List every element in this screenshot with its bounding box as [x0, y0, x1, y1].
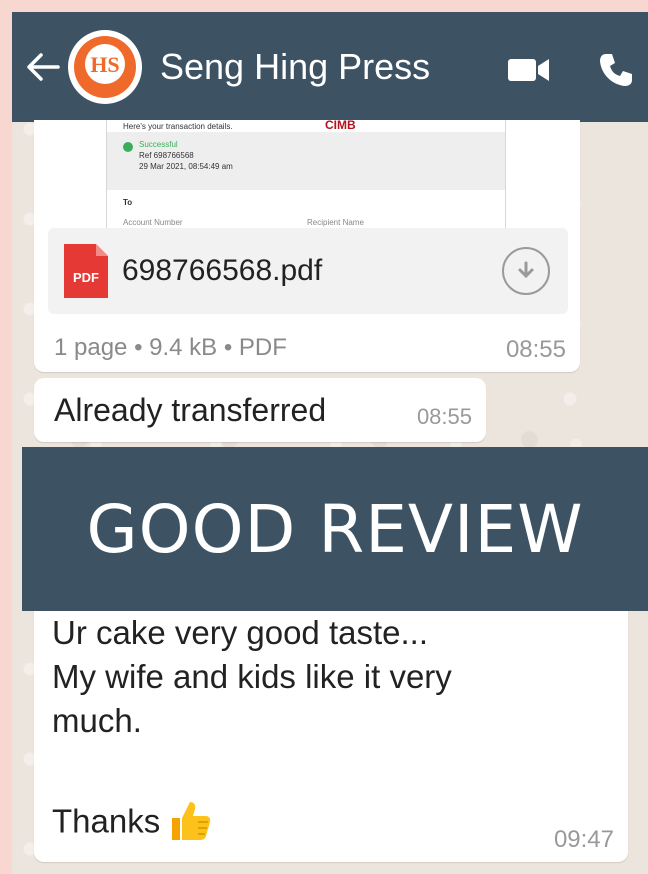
- banner-text: GOOD REVIEW: [86, 490, 584, 568]
- video-camera-icon[interactable]: [508, 57, 550, 88]
- file-attachment-row[interactable]: PDF 698766568.pdf: [48, 228, 568, 314]
- review-message-bubble[interactable]: Ur cake very good taste... My wife and k…: [34, 600, 628, 862]
- success-check-icon: [123, 142, 133, 152]
- file-meta: 1 page • 9.4 kB • PDF: [54, 334, 287, 361]
- thanks-text: Thanks: [52, 802, 161, 840]
- message-time: 08:55: [505, 336, 566, 363]
- message-time: 09:47: [553, 826, 614, 853]
- good-review-banner: GOOD REVIEW: [22, 447, 648, 611]
- phone-icon[interactable]: [598, 52, 634, 93]
- message-text: Already transferred: [54, 392, 327, 428]
- message-line-3: much.: [52, 702, 142, 739]
- message-line-2: My wife and kids like it very: [52, 658, 452, 695]
- preview-bank-logo: CIMB: [325, 120, 356, 132]
- svg-text:PDF: PDF: [73, 270, 99, 285]
- file-name[interactable]: 698766568.pdf: [122, 254, 322, 288]
- preview-account-label: Account Number: [123, 218, 183, 227]
- text-message-bubble[interactable]: Already transferred 08:55: [34, 378, 486, 442]
- chat-header: HS Seng Hing Press: [12, 12, 648, 122]
- preview-ref: Ref 698766568: [139, 151, 194, 160]
- thumbs-up-icon: [168, 798, 212, 850]
- preview-intro-text: Here's your transaction details.: [123, 122, 233, 131]
- preview-recipient-label: Recipient Name: [307, 218, 364, 227]
- svg-text:HS: HS: [90, 52, 119, 77]
- avatar[interactable]: HS: [68, 30, 142, 104]
- preview-to-label: To: [123, 198, 133, 207]
- pdf-file-icon: PDF: [64, 244, 108, 298]
- message-line-4: Thanks: [52, 798, 212, 850]
- contact-name[interactable]: Seng Hing Press: [160, 46, 430, 88]
- preview-datetime: 29 Mar 2021, 08:54:49 am: [139, 162, 233, 171]
- message-time: 08:55: [416, 404, 472, 429]
- document-message-bubble[interactable]: Here's your transaction details. CIMB Su…: [34, 120, 580, 372]
- download-icon[interactable]: [502, 247, 550, 295]
- arrow-left-icon[interactable]: [20, 44, 66, 90]
- preview-status: Successful: [139, 140, 178, 149]
- message-line-1: Ur cake very good taste...: [52, 614, 429, 651]
- document-preview[interactable]: Here's your transaction details. CIMB Su…: [106, 120, 506, 229]
